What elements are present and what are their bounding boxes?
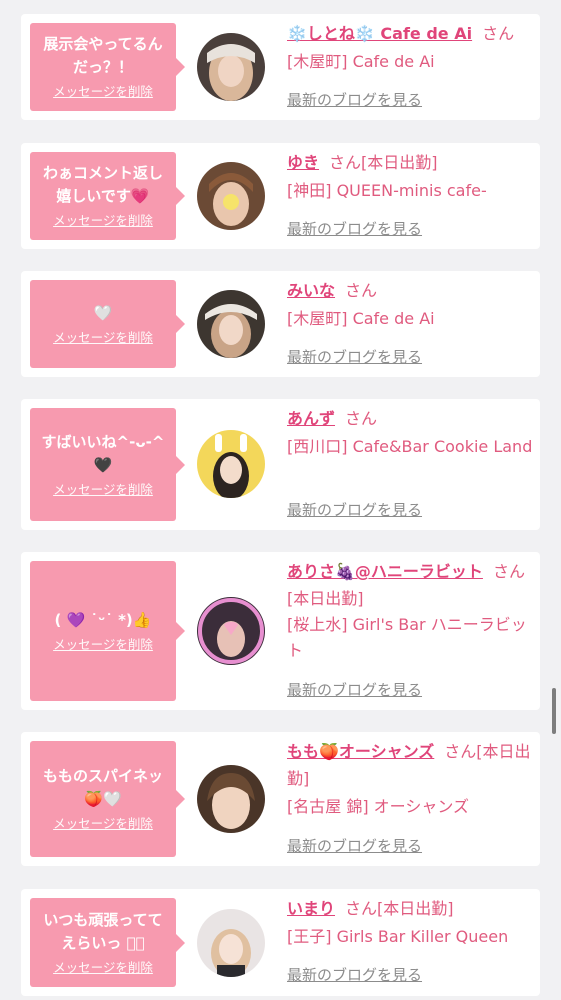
avatar[interactable] xyxy=(197,33,265,101)
latest-blog-link[interactable]: 最新のブログを見る xyxy=(287,836,422,856)
shop-name: [桜上水] Girl's Bar ハニーラビット xyxy=(287,615,527,660)
cast-info: ❄️しとね❄️ Cafe de Ai さん [木屋町] Cafe de Ai xyxy=(287,20,535,75)
message-card: 展示会やってるん だっ？！ メッセージを削除 ❄️しとね❄️ Cafe de A… xyxy=(21,14,540,120)
message-text: 🤍 xyxy=(93,303,113,322)
message-bubble: 展示会やってるん だっ？！ メッセージを削除 xyxy=(30,23,185,111)
honorific: さん xyxy=(345,409,378,428)
avatar[interactable] xyxy=(197,909,265,977)
latest-blog-link[interactable]: 最新のブログを見る xyxy=(287,219,422,239)
message-text: もものスパイネッ 🍑🤍 xyxy=(42,767,163,808)
message-bubble: ( 💜 ˙ᵕ˙ *)👍 メッセージを削除 xyxy=(30,561,185,701)
cast-info: もも🍑オーシャンズ さん[本日出勤] [名古屋 錦] オーシャンズ xyxy=(287,738,535,820)
cast-name-link[interactable]: ありさ🍇@ハニーラビット xyxy=(287,562,483,581)
message-card: ( 💜 ˙ᵕ˙ *)👍 メッセージを削除 ありさ🍇@ハニーラビット さん[本日出勤… xyxy=(21,552,540,710)
cast-name-link[interactable]: ❄️しとね❄️ Cafe de Ai xyxy=(287,24,472,43)
delete-message-link[interactable]: メッセージを削除 xyxy=(53,212,153,230)
scrollbar[interactable] xyxy=(552,688,556,734)
delete-message-link[interactable]: メッセージを削除 xyxy=(53,329,153,347)
shop-name: [木屋町] Cafe de Ai xyxy=(287,309,435,328)
cast-name-link[interactable]: あんず xyxy=(287,409,335,428)
message-bubble: もものスパイネッ 🍑🤍 メッセージを削除 xyxy=(30,741,185,857)
shop-name: [木屋町] Cafe de Ai xyxy=(287,52,435,71)
latest-blog-link[interactable]: 最新のブログを見る xyxy=(287,680,422,700)
message-card: わぁコメント返し 嬉しいです💗 メッセージを削除 ゆき さん[本日出勤] [神田]… xyxy=(21,143,540,249)
honorific: さん xyxy=(345,281,378,300)
message-text: ( 💜 ˙ᵕ˙ *)👍 xyxy=(54,610,152,629)
cast-info: いまり さん[本日出勤] [王子] Girls Bar Killer Queen xyxy=(287,895,535,950)
latest-blog-link[interactable]: 最新のブログを見る xyxy=(287,347,422,367)
cast-name-link[interactable]: いまり xyxy=(287,899,335,918)
message-card: すばいいね^-ᴗ-^ 🖤 メッセージを削除 あんず さん [西川口] Cafe&B… xyxy=(21,399,540,530)
avatar[interactable] xyxy=(197,290,265,358)
latest-blog-link[interactable]: 最新のブログを見る xyxy=(287,90,422,110)
message-text: わぁコメント返し 嬉しいです💗 xyxy=(42,164,163,205)
cast-name-link[interactable]: もも🍑オーシャンズ xyxy=(287,742,434,761)
shop-name: [神田] QUEEN-minis cafe- xyxy=(287,181,487,200)
honorific: さん xyxy=(482,24,515,43)
message-text: すばいいね^-ᴗ-^ 🖤 xyxy=(41,432,165,474)
delete-message-link[interactable]: メッセージを削除 xyxy=(53,83,153,101)
cast-info: あんず さん [西川口] Cafe&Bar Cookie Land xyxy=(287,405,535,460)
delete-message-link[interactable]: メッセージを削除 xyxy=(53,481,153,499)
message-text: 展示会やってるん だっ？！ xyxy=(43,35,163,76)
avatar[interactable] xyxy=(197,162,265,230)
delete-message-link[interactable]: メッセージを削除 xyxy=(53,959,153,977)
message-bubble: わぁコメント返し 嬉しいです💗 メッセージを削除 xyxy=(30,152,185,240)
shop-name: [王子] Girls Bar Killer Queen xyxy=(287,927,509,946)
avatar[interactable] xyxy=(197,430,265,498)
avatar[interactable] xyxy=(197,765,265,833)
message-card: いつも頑張ってて えらいっ ꩜᪲ メッセージを削除 いまり さん[本日出勤] [王… xyxy=(21,889,540,996)
cast-info: ありさ🍇@ハニーラビット さん[本日出勤] [桜上水] Girl's Bar ハニ… xyxy=(287,558,535,664)
cast-name-link[interactable]: みいな xyxy=(287,281,335,300)
shop-name: [名古屋 錦] オーシャンズ xyxy=(287,797,470,816)
message-card: 🤍 メッセージを削除 みいな さん [木屋町] Cafe de Ai 最新のブログ… xyxy=(21,271,540,377)
honorific: さん[本日出勤] xyxy=(329,153,438,172)
cast-name-link[interactable]: ゆき xyxy=(287,153,319,172)
cast-info: ゆき さん[本日出勤] [神田] QUEEN-minis cafe- xyxy=(287,149,535,204)
cast-info: みいな さん [木屋町] Cafe de Ai xyxy=(287,277,535,332)
delete-message-link[interactable]: メッセージを削除 xyxy=(53,815,153,833)
message-bubble: すばいいね^-ᴗ-^ 🖤 メッセージを削除 xyxy=(30,408,185,521)
latest-blog-link[interactable]: 最新のブログを見る xyxy=(287,965,422,985)
message-bubble: いつも頑張ってて えらいっ ꩜᪲ メッセージを削除 xyxy=(30,898,185,987)
message-bubble: 🤍 メッセージを削除 xyxy=(30,280,185,368)
delete-message-link[interactable]: メッセージを削除 xyxy=(53,636,153,654)
latest-blog-link[interactable]: 最新のブログを見る xyxy=(287,500,422,520)
shop-name: [西川口] Cafe&Bar Cookie Land xyxy=(287,437,533,456)
message-text: いつも頑張ってて えらいっ ꩜᪲ xyxy=(43,910,163,952)
message-card: もものスパイネッ 🍑🤍 メッセージを削除 もも🍑オーシャンズ さん[本日出勤] [… xyxy=(21,732,540,866)
avatar[interactable] xyxy=(197,597,265,665)
honorific: さん[本日出勤] xyxy=(345,899,454,918)
